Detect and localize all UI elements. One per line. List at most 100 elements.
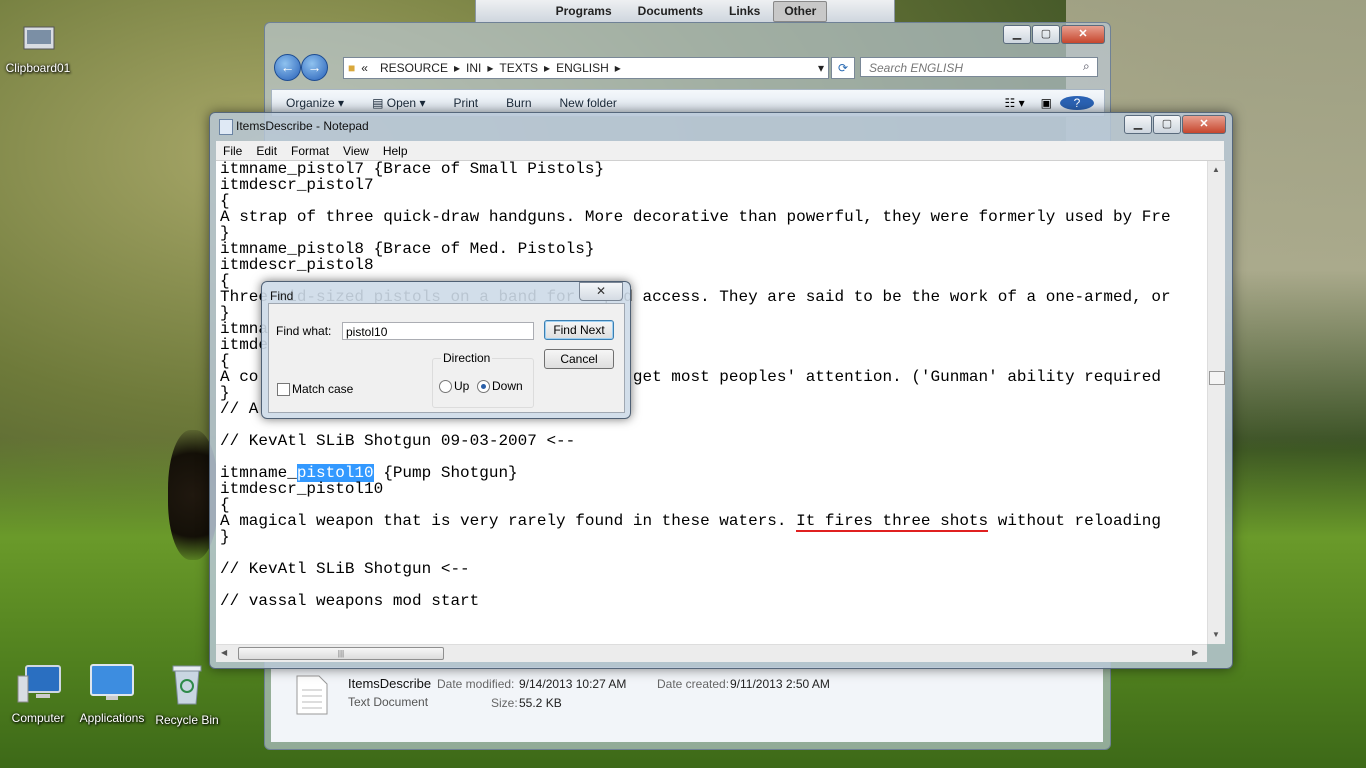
organize-button[interactable]: Organize ▾ [272, 96, 358, 110]
desktop-icon-label: Recycle Bin [155, 713, 219, 727]
menu-bar: File Edit Format View Help [216, 141, 1224, 161]
notepad-window-controls: ▁ ▢ ✕ [1124, 115, 1226, 134]
launcher-tab-other[interactable]: Other [773, 1, 828, 22]
desktop-icon-label: Applications [79, 711, 145, 725]
menu-view[interactable]: View [336, 144, 376, 158]
close-button[interactable]: ✕ [1182, 115, 1226, 134]
vertical-scroll-thumb[interactable] [1209, 371, 1225, 385]
desktop-icon-applications[interactable]: Applications [72, 662, 152, 725]
text-line: { [220, 496, 230, 514]
notepad-icon: ▤ [372, 96, 384, 110]
desktop-icon-recycle-bin[interactable]: Recycle Bin [147, 662, 227, 727]
text-line: } [220, 528, 230, 546]
close-button[interactable]: ✕ [1061, 25, 1105, 44]
details-filetype: Text Document [348, 695, 429, 709]
launcher-tab-links[interactable]: Links [716, 0, 773, 22]
search-input[interactable]: Search ENGLISH [860, 57, 1098, 77]
cancel-button[interactable]: Cancel [544, 349, 614, 369]
desktop-icon-computer[interactable]: Computer [0, 662, 78, 725]
match-case-checkbox[interactable] [277, 383, 290, 396]
text-line [216, 417, 1207, 433]
refresh-button[interactable]: ⟳ [831, 57, 855, 79]
breadcrumb-resource[interactable]: RESOURCE [380, 61, 448, 75]
direction-down-label: Down [492, 379, 523, 393]
scroll-right-icon[interactable]: ▶ [1192, 648, 1198, 657]
launcher-tab-documents[interactable]: Documents [625, 0, 716, 22]
text-line [216, 449, 1207, 465]
find-what-input[interactable]: pistol10 [342, 322, 534, 340]
find-what-label: Find what: [276, 324, 332, 338]
monitor-icon [90, 664, 134, 700]
find-dialog-title: Find [270, 289, 294, 303]
help-icon[interactable]: ? [1060, 96, 1094, 110]
details-date-modified: 9/14/2013 10:27 AM [519, 677, 627, 691]
horizontal-scrollbar[interactable]: ◀ ||| ▶ [216, 644, 1207, 662]
direction-label: Direction [441, 351, 493, 365]
details-date-created: 9/11/2013 2:50 AM [730, 677, 830, 691]
open-button[interactable]: ▤ Open ▾ [358, 96, 439, 110]
new-folder-button[interactable]: New folder [546, 96, 631, 110]
text-file-icon [296, 675, 328, 715]
window-title: ItemsDescribe - Notepad [236, 119, 369, 133]
find-next-button[interactable]: Find Next [544, 320, 614, 340]
match-case-label: Match case [292, 382, 354, 396]
breadcrumb-ini[interactable]: INI [466, 61, 481, 75]
details-date-modified-label: Date modified: [437, 677, 515, 691]
text-line: // KevAtl SLiB Shotgun <-- [220, 560, 470, 578]
scroll-down-icon[interactable]: ▼ [1212, 630, 1220, 639]
folder-icon: ■ [348, 61, 356, 75]
text-line: itmdescr_pistol7 [220, 176, 374, 194]
close-button[interactable]: ✕ [579, 282, 623, 301]
notepad-app-icon [219, 119, 233, 135]
text-line: A strap of three quick-draw handguns. Mo… [220, 208, 1171, 226]
search-icon: ⌕ [1083, 59, 1090, 73]
details-date-created-label: Date created: [657, 677, 730, 691]
address-bar[interactable]: ■ « RESOURCE ▸ INI ▸ TEXTS ▸ ENGLISH ▸ ▾ [343, 57, 829, 79]
text-line: // vassal weapons mod start [220, 592, 480, 610]
scroll-left-icon[interactable]: ◀ [221, 648, 227, 657]
desktop-icon-label: Clipboard01 [5, 61, 71, 75]
details-size-label: Size: [491, 696, 518, 710]
view-options-icon[interactable]: ☷ ▾ [997, 96, 1033, 110]
direction-down-radio[interactable] [477, 380, 490, 393]
text-line: itmname_pistol7 {Brace of Small Pistols} [220, 161, 605, 178]
menu-help[interactable]: Help [376, 144, 415, 158]
burn-button[interactable]: Burn [492, 96, 545, 110]
text-line [216, 577, 1207, 593]
text-line-squiggle: A magical weapon that is very rarely fou… [220, 512, 1161, 532]
launcher-tab-programs[interactable]: Programs [543, 0, 625, 22]
text-line [216, 545, 1207, 561]
menu-edit[interactable]: Edit [249, 144, 284, 158]
minimize-button[interactable]: ▁ [1003, 25, 1031, 44]
back-button[interactable]: ← [274, 54, 301, 81]
desktop-icon-label: Computer [11, 711, 65, 725]
details-filename: ItemsDescribe [348, 676, 432, 691]
launcher-bar: Programs Documents Links Other [475, 0, 895, 23]
find-dialog-body: Find what: pistol10 Find Next Cancel Dir… [268, 303, 625, 413]
forward-button[interactable]: → [301, 54, 328, 81]
preview-pane-icon[interactable]: ▣ [1033, 96, 1060, 110]
recycle-bin-icon [172, 665, 202, 705]
breadcrumb-overflow[interactable]: « [361, 61, 368, 75]
text-line: itmdescr_pistol8 [220, 256, 374, 274]
find-dialog: Find ✕ Find what: pistol10 Find Next Can… [261, 281, 631, 419]
computer-icon [17, 665, 61, 703]
breadcrumb-english[interactable]: ENGLISH [556, 61, 609, 75]
text-line-highlighted: itmname_pistol10 {Pump Shotgun} [220, 464, 518, 482]
print-button[interactable]: Print [439, 96, 492, 110]
menu-file[interactable]: File [216, 144, 249, 158]
scroll-up-icon[interactable]: ▲ [1212, 165, 1220, 174]
text-line: { [220, 192, 230, 210]
breadcrumb-texts[interactable]: TEXTS [499, 61, 538, 75]
desktop-icon-clipboard[interactable]: Clipboard01 [0, 24, 78, 75]
address-dropdown-icon[interactable]: ▾ [818, 61, 824, 75]
maximize-button[interactable]: ▢ [1153, 115, 1181, 134]
maximize-button[interactable]: ▢ [1032, 25, 1060, 44]
horizontal-scroll-thumb[interactable]: ||| [238, 647, 444, 660]
menu-format[interactable]: Format [284, 144, 336, 158]
text-line: itmname_pistol8 {Brace of Med. Pistols} [220, 240, 595, 258]
minimize-button[interactable]: ▁ [1124, 115, 1152, 134]
vertical-scrollbar[interactable]: ▲ ▼ [1207, 161, 1225, 644]
text-line: itmdescr_pistol10 [220, 480, 384, 498]
direction-up-radio[interactable] [439, 380, 452, 393]
